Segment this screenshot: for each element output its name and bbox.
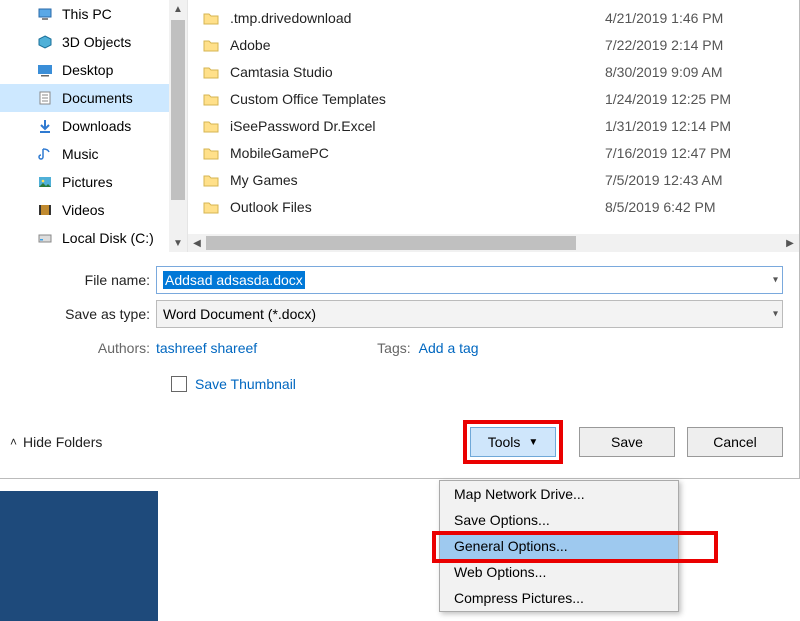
nav-item-desktop[interactable]: Desktop — [0, 56, 187, 84]
highlight-box: Tools ▼ — [463, 420, 563, 464]
nav-item-label: This PC — [62, 6, 112, 22]
file-date: 7/16/2019 12:47 PM — [599, 145, 799, 161]
file-date: 1/24/2019 12:25 PM — [599, 91, 799, 107]
nav-item-music[interactable]: Music — [0, 140, 187, 168]
save-thumbnail-checkbox[interactable] — [171, 376, 187, 392]
tags-label: Tags: — [377, 340, 418, 356]
filetype-select[interactable]: Word Document (*.docx) ▾ — [156, 300, 783, 328]
file-name: iSeePassword Dr.Excel — [230, 118, 599, 134]
file-name: .tmp.drivedownload — [230, 10, 599, 26]
hscroll-thumb[interactable] — [206, 236, 576, 250]
download-icon — [36, 117, 54, 135]
folder-icon — [202, 36, 220, 54]
file-date: 7/22/2019 2:14 PM — [599, 37, 799, 53]
hide-folders-button[interactable]: ˄ Hide Folders — [10, 434, 102, 450]
nav-item-videos[interactable]: Videos — [0, 196, 187, 224]
scroll-right-icon[interactable]: ▶ — [781, 234, 799, 252]
filetype-label: Save as type: — [16, 306, 156, 322]
desktop-icon — [36, 61, 54, 79]
menu-item-map-network-drive[interactable]: Map Network Drive... — [440, 481, 678, 507]
menu-item-general-options[interactable]: General Options... — [440, 533, 678, 559]
disk-icon — [36, 229, 54, 247]
folder-icon — [202, 171, 220, 189]
nav-item-label: 3D Objects — [62, 34, 131, 50]
nav-item-documents[interactable]: Documents — [0, 84, 187, 112]
doc-icon — [36, 89, 54, 107]
file-row[interactable]: Custom Office Templates1/24/2019 12:25 P… — [188, 85, 799, 112]
nav-item-label: Documents — [62, 90, 133, 106]
nav-item-label: Pictures — [62, 174, 113, 190]
folder-icon — [202, 63, 220, 81]
nav-item-3d-objects[interactable]: 3D Objects — [0, 28, 187, 56]
dropdown-icon[interactable]: ▾ — [773, 309, 778, 320]
file-name: Outlook Files — [230, 199, 599, 215]
dropdown-icon[interactable]: ▾ — [773, 275, 778, 286]
file-name: Adobe — [230, 37, 599, 53]
filename-input[interactable]: Addsad adsasda.docx ▾ — [156, 266, 783, 294]
authors-label: Authors: — [16, 340, 156, 356]
file-row[interactable]: Camtasia Studio8/30/2019 9:09 AM — [188, 58, 799, 85]
nav-item-pictures[interactable]: Pictures — [0, 168, 187, 196]
nav-item-label: Local Disk (C:) — [62, 230, 154, 246]
folder-icon — [202, 9, 220, 27]
folder-icon — [202, 198, 220, 216]
tags-value[interactable]: Add a tag — [419, 340, 479, 356]
filetype-value: Word Document (*.docx) — [163, 306, 316, 322]
file-date: 7/5/2019 12:43 AM — [599, 172, 799, 188]
file-date: 4/21/2019 1:46 PM — [599, 10, 799, 26]
nav-item-label: Downloads — [62, 118, 131, 134]
pc-icon — [36, 5, 54, 23]
scroll-up-icon[interactable]: ▲ — [169, 0, 187, 18]
nav-item-label: Desktop — [62, 62, 113, 78]
file-name: My Games — [230, 172, 599, 188]
file-row[interactable]: My Games7/5/2019 12:43 AM — [188, 166, 799, 193]
file-name: Camtasia Studio — [230, 64, 599, 80]
menu-item-save-options[interactable]: Save Options... — [440, 507, 678, 533]
horizontal-scrollbar[interactable]: ◀ ▶ — [188, 234, 799, 252]
scroll-thumb[interactable] — [171, 20, 185, 200]
menu-item-web-options[interactable]: Web Options... — [440, 559, 678, 585]
folder-icon — [202, 144, 220, 162]
file-list-pane: .tmp.drivedownload4/21/2019 1:46 PMAdobe… — [187, 0, 799, 252]
file-row[interactable]: iSeePassword Dr.Excel1/31/2019 12:14 PM — [188, 112, 799, 139]
filename-label: File name: — [16, 272, 156, 288]
cancel-button[interactable]: Cancel — [687, 427, 783, 457]
3d-icon — [36, 33, 54, 51]
scroll-left-icon[interactable]: ◀ — [188, 234, 206, 252]
file-date: 8/5/2019 6:42 PM — [599, 199, 799, 215]
nav-scrollbar[interactable]: ▲ ▼ — [169, 0, 187, 252]
save-as-dialog: This PC 3D Objects Desktop Documents Downloa… — [0, 0, 800, 479]
save-button[interactable]: Save — [579, 427, 675, 457]
file-name: MobileGamePC — [230, 145, 599, 161]
filename-value: Addsad adsasda.docx — [163, 271, 305, 289]
folder-icon — [202, 117, 220, 135]
nav-item-local-disk-c-[interactable]: Local Disk (C:) — [0, 224, 187, 252]
tools-menu: Map Network Drive...Save Options...Gener… — [439, 480, 679, 612]
file-date: 8/30/2019 9:09 AM — [599, 64, 799, 80]
menu-item-compress-pictures[interactable]: Compress Pictures... — [440, 585, 678, 611]
chevron-up-icon: ˄ — [10, 435, 17, 449]
nav-item-label: Videos — [62, 202, 105, 218]
save-thumbnail-label[interactable]: Save Thumbnail — [195, 376, 296, 392]
nav-item-this-pc[interactable]: This PC — [0, 0, 187, 28]
music-icon — [36, 145, 54, 163]
file-name: Custom Office Templates — [230, 91, 599, 107]
authors-value[interactable]: tashreef shareef — [156, 340, 257, 356]
file-row[interactable]: Adobe7/22/2019 2:14 PM — [188, 31, 799, 58]
folder-icon — [202, 90, 220, 108]
tools-button[interactable]: Tools ▼ — [470, 427, 556, 457]
file-row[interactable]: .tmp.drivedownload4/21/2019 1:46 PM — [188, 4, 799, 31]
video-icon — [36, 201, 54, 219]
file-date: 1/31/2019 12:14 PM — [599, 118, 799, 134]
caret-down-icon: ▼ — [528, 437, 538, 448]
navigation-pane: This PC 3D Objects Desktop Documents Downloa… — [0, 0, 187, 252]
pic-icon — [36, 173, 54, 191]
background-patch — [0, 491, 158, 621]
scroll-down-icon[interactable]: ▼ — [169, 234, 187, 252]
file-row[interactable]: Outlook Files8/5/2019 6:42 PM — [188, 193, 799, 220]
file-row[interactable]: MobileGamePC7/16/2019 12:47 PM — [188, 139, 799, 166]
nav-item-label: Music — [62, 146, 99, 162]
nav-item-downloads[interactable]: Downloads — [0, 112, 187, 140]
